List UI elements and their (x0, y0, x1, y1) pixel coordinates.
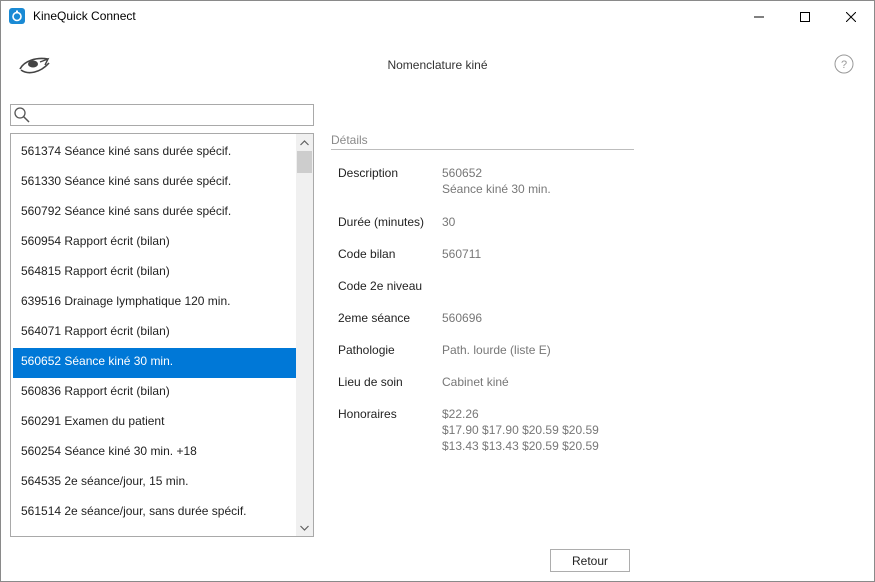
title-bar[interactable]: KineQuick Connect (1, 1, 874, 32)
svg-text:?: ? (841, 59, 847, 71)
duration-label: Durée (minutes) (338, 215, 425, 229)
list-item[interactable]: 561374 Séance kiné sans durée spécif. (13, 138, 296, 168)
fees-line-1: $22.26 (442, 407, 479, 421)
code-bilan-value: 560711 (442, 247, 482, 261)
list-scrollbar[interactable] (296, 134, 313, 536)
description-label: Description (338, 166, 399, 180)
nomenclature-list[interactable]: 561374 Séance kiné sans durée spécif. 561… (10, 133, 314, 537)
page-title: Nomenclature kiné (387, 58, 488, 72)
list-item[interactable]: 560254 Séance kiné 30 min. +18 (13, 438, 296, 468)
maximize-icon (800, 11, 810, 22)
code-2e-niveau-label: Code 2e niveau (338, 279, 423, 293)
code-bilan-label: Code bilan (338, 247, 396, 261)
care-location-value: Cabinet kiné (442, 375, 509, 389)
scroll-thumb[interactable] (297, 151, 312, 173)
second-session-value: 560696 (442, 311, 483, 325)
details-heading: Détails (331, 133, 368, 147)
description-text: Séance kiné 30 min. (442, 182, 551, 196)
list-item[interactable]: 561514 2e séance/jour, sans durée spécif… (13, 498, 296, 528)
fees-value: $22.26 $17.90 $17.90 $20.59 $20.59 $13.4… (442, 406, 599, 454)
description-code: 560652 (442, 166, 483, 180)
scroll-up-button[interactable] (296, 134, 313, 151)
list-item[interactable]: 560836 Rapport écrit (bilan) (13, 378, 296, 408)
list-item[interactable]: 560954 Rapport écrit (bilan) (13, 228, 296, 258)
minimize-button[interactable] (736, 1, 782, 32)
search-input[interactable] (33, 106, 311, 124)
close-button[interactable] (828, 1, 874, 32)
pathology-value: Path. lourde (liste E) (442, 343, 551, 357)
window-title: KineQuick Connect (33, 9, 136, 23)
app-logo-icon (9, 8, 25, 24)
search-box[interactable] (10, 104, 314, 126)
second-session-label: 2eme séance (338, 311, 411, 325)
close-icon (846, 11, 856, 22)
details-divider (331, 149, 634, 150)
maximize-button[interactable] (782, 1, 828, 32)
list-item[interactable]: 560291 Examen du patient (13, 408, 296, 438)
list-item[interactable]: 639516 Drainage lymphatique 120 min. (13, 288, 296, 318)
list-item[interactable]: 560652 Séance kiné 30 min. (13, 348, 296, 378)
list-item[interactable]: 564071 Rapport écrit (bilan) (13, 318, 296, 348)
description-value: 560652 Séance kiné 30 min. (442, 165, 551, 197)
search-icon (14, 107, 30, 123)
chevron-down-icon (300, 525, 309, 531)
fees-line-3: $13.43 $13.43 $20.59 $20.59 (442, 439, 599, 453)
list-item[interactable]: 564535 2e séance/jour, 15 min. (13, 468, 296, 498)
chevron-up-icon (300, 139, 309, 145)
fees-line-2: $17.90 $17.90 $20.59 $20.59 (442, 423, 599, 437)
fees-label: Honoraires (338, 407, 397, 421)
list-items: 561374 Séance kiné sans durée spécif. 561… (13, 138, 296, 528)
back-button[interactable]: Retour (550, 549, 630, 572)
list-item[interactable]: 560792 Séance kiné sans durée spécif. (13, 198, 296, 228)
care-location-label: Lieu de soin (338, 375, 403, 389)
app-window: KineQuick Connect Nomenclature kiné ? 56… (0, 0, 875, 582)
list-item[interactable]: 564815 Rapport écrit (bilan) (13, 258, 296, 288)
minimize-icon (754, 16, 764, 17)
duration-value: 30 (442, 215, 456, 229)
help-icon[interactable]: ? (834, 54, 854, 74)
pathology-label: Pathologie (338, 343, 395, 357)
scroll-down-button[interactable] (296, 519, 313, 536)
list-item[interactable]: 561330 Séance kiné sans durée spécif. (13, 168, 296, 198)
